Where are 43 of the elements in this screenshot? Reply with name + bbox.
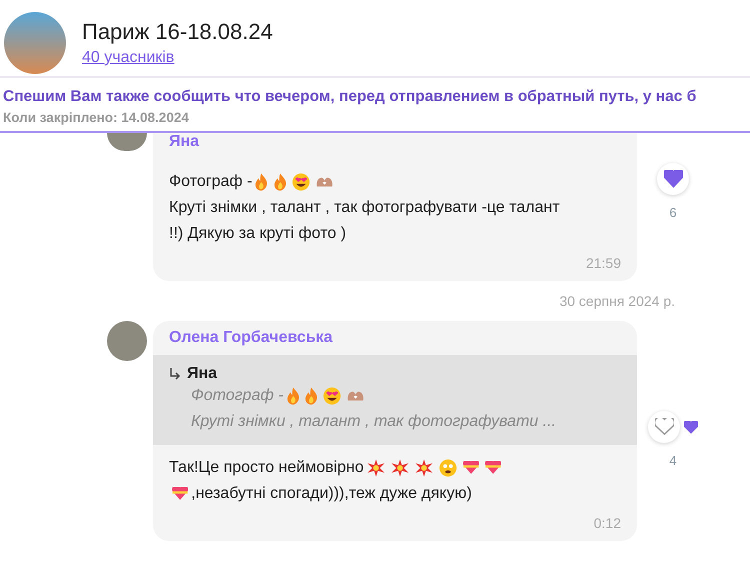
quoted-text: Фотограф - xyxy=(191,386,284,406)
author-name[interactable]: Яна xyxy=(153,133,637,159)
quoted-message[interactable]: Яна Фотограф - Круті знімки , талант , так фотографувати ... xyxy=(153,355,637,445)
pinned-date: Коли закріплено: 14.08.2024 xyxy=(3,110,190,125)
heart-ribbon-emoji-icon xyxy=(172,487,188,501)
quoted-author: Яна xyxy=(187,365,218,383)
heart-hands-emoji-icon xyxy=(316,177,334,187)
reaction-button[interactable] xyxy=(648,411,680,443)
message-text: Круті знімки , талант , так фотографувати -це талант xyxy=(169,198,560,218)
message-time: 21:59 xyxy=(584,254,622,271)
fire-emoji-icon xyxy=(255,172,268,192)
reaction-count: 4 xyxy=(669,453,677,468)
members-link[interactable]: 40 учасників xyxy=(82,49,273,67)
reply-arrow-icon xyxy=(169,367,181,381)
message-time: 0:12 xyxy=(592,514,622,531)
chat-title: Париж 16-18.08.24 xyxy=(82,19,273,45)
fire-emoji-icon xyxy=(304,386,318,406)
heart-icon xyxy=(684,420,698,434)
author-name[interactable]: Олена Горбачевська xyxy=(153,329,637,355)
heart-ribbon-emoji-icon xyxy=(485,461,502,475)
pinned-message-text: Спешим Вам также сообщить что вечером, перед отправлением в обратный путь, у нас б xyxy=(3,88,698,106)
collision-emoji-icon xyxy=(414,458,433,478)
message-text: !!) Дякую за круті фото ) xyxy=(169,224,346,244)
reaction-count: 6 xyxy=(669,205,677,220)
heart-icon xyxy=(664,170,682,188)
date-separator: 30 серпня 2024 р. xyxy=(559,293,675,309)
fire-emoji-icon xyxy=(274,172,286,192)
fire-emoji-icon xyxy=(286,386,299,406)
user-avatar xyxy=(107,321,147,361)
heart-hands-emoji-icon xyxy=(347,391,364,401)
reaction-button[interactable] xyxy=(657,163,689,195)
collision-emoji-icon xyxy=(366,458,385,478)
message-text: ,незабутні спогади))),теж дуже дякую) xyxy=(191,484,472,504)
heart-ribbon-emoji-icon xyxy=(462,461,480,475)
heart-eyes-emoji-icon xyxy=(323,386,342,406)
heart-eyes-emoji-icon xyxy=(292,172,310,192)
message-text: Так!Це просто неймовірно xyxy=(169,458,364,478)
collision-emoji-icon xyxy=(390,458,409,478)
message-text: Фотограф - xyxy=(169,172,252,192)
user-avatar xyxy=(107,133,147,151)
tear-face-emoji-icon xyxy=(438,458,457,478)
quoted-text: Круті знімки , талант , так фотографувати ... xyxy=(191,412,556,432)
heart-outline-icon xyxy=(654,418,674,436)
